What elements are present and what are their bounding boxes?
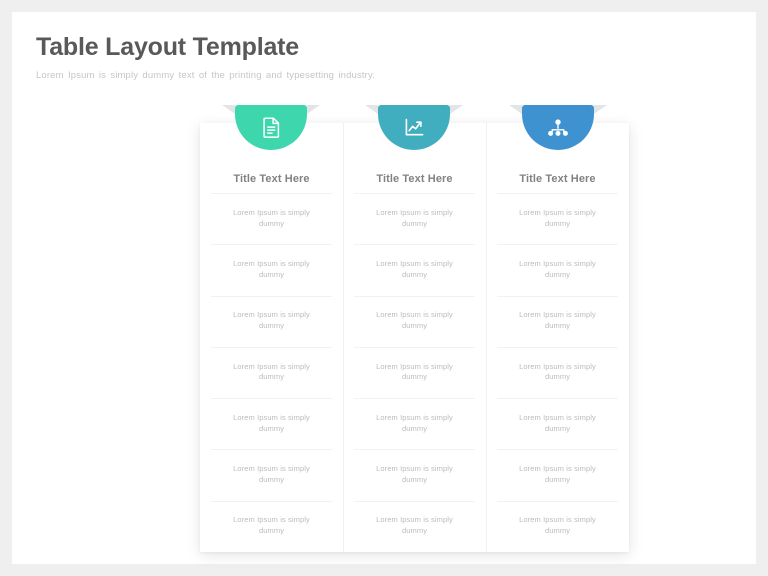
table-column-2: Title Text Here Lorem Ipsum is simply du… bbox=[343, 123, 486, 552]
table-cell: Lorem Ipsum is simply dummy bbox=[343, 500, 486, 552]
line-chart-icon bbox=[404, 118, 425, 138]
ribbon-tail-right bbox=[450, 105, 463, 114]
table-cell: Lorem Ipsum is simply dummy bbox=[486, 398, 629, 449]
team-network-icon bbox=[547, 118, 569, 138]
table-cell: Lorem Ipsum is simply dummy bbox=[486, 346, 629, 398]
table-cell: Lorem Ipsum is simply dummy bbox=[486, 500, 629, 552]
cell-text: Lorem Ipsum is simply dummy bbox=[233, 361, 310, 382]
cell-text: Lorem Ipsum is simply dummy bbox=[233, 207, 310, 228]
table-cell: Lorem Ipsum is simply dummy bbox=[343, 295, 486, 347]
table-cell: Lorem Ipsum is simply dummy bbox=[486, 449, 629, 500]
table-cell: Lorem Ipsum is simply dummy bbox=[200, 244, 343, 295]
table-cell: Lorem Ipsum is simply dummy bbox=[486, 244, 629, 295]
table-cell: Lorem Ipsum is simply dummy bbox=[343, 193, 486, 244]
document-icon bbox=[262, 117, 281, 138]
column-header-label: Title Text Here bbox=[376, 173, 453, 185]
cell-text: Lorem Ipsum is simply dummy bbox=[233, 412, 310, 433]
cell-text: Lorem Ipsum is simply dummy bbox=[376, 207, 453, 228]
ribbon-tail-left bbox=[365, 105, 378, 114]
column-header-label: Title Text Here bbox=[233, 173, 310, 185]
table-grid: Title Text Here Lorem Ipsum is simply du… bbox=[200, 123, 629, 552]
ribbon-tail-left bbox=[509, 105, 522, 114]
ribbon-tab-body-3[interactable] bbox=[522, 105, 594, 150]
cell-text: Lorem Ipsum is simply dummy bbox=[376, 259, 453, 279]
cell-text: Lorem Ipsum is simply dummy bbox=[519, 515, 596, 536]
cell-text: Lorem Ipsum is simply dummy bbox=[519, 412, 596, 433]
table-cell: Lorem Ipsum is simply dummy bbox=[200, 295, 343, 347]
cell-text: Lorem Ipsum is simply dummy bbox=[233, 310, 310, 331]
table-cell: Lorem Ipsum is simply dummy bbox=[200, 346, 343, 398]
ribbon-tab-1[interactable] bbox=[222, 105, 320, 150]
ribbon-tail-left bbox=[222, 105, 235, 114]
table-cell: Lorem Ipsum is simply dummy bbox=[200, 500, 343, 552]
ribbon-tail-right bbox=[594, 105, 607, 114]
table-column-3: Title Text Here Lorem Ipsum is simply du… bbox=[486, 123, 629, 552]
cell-text: Lorem Ipsum is simply dummy bbox=[519, 259, 596, 279]
table-cell: Lorem Ipsum is simply dummy bbox=[343, 346, 486, 398]
slide-header: Table Layout Template Lorem Ipsum is sim… bbox=[36, 33, 636, 81]
column-header-label: Title Text Here bbox=[519, 173, 596, 185]
table-cell: Lorem Ipsum is simply dummy bbox=[486, 193, 629, 244]
table-cell: Lorem Ipsum is simply dummy bbox=[486, 295, 629, 347]
ribbon-tab-body-1[interactable] bbox=[235, 105, 307, 150]
cell-text: Lorem Ipsum is simply dummy bbox=[376, 464, 453, 485]
table-cell: Lorem Ipsum is simply dummy bbox=[343, 244, 486, 295]
cell-text: Lorem Ipsum is simply dummy bbox=[233, 515, 310, 536]
cell-text: Lorem Ipsum is simply dummy bbox=[376, 412, 453, 433]
cell-text: Lorem Ipsum is simply dummy bbox=[233, 464, 310, 485]
table-column-1: Title Text Here Lorem Ipsum is simply du… bbox=[200, 123, 343, 552]
table-cell: Lorem Ipsum is simply dummy bbox=[200, 193, 343, 244]
cell-text: Lorem Ipsum is simply dummy bbox=[519, 207, 596, 228]
page-subtitle: Lorem Ipsum is simply dummy text of the … bbox=[36, 69, 375, 81]
cell-text: Lorem Ipsum is simply dummy bbox=[233, 259, 310, 279]
table-cell: Lorem Ipsum is simply dummy bbox=[343, 449, 486, 500]
table-cell: Lorem Ipsum is simply dummy bbox=[200, 449, 343, 500]
slide-canvas: Table Layout Template Lorem Ipsum is sim… bbox=[12, 12, 756, 564]
ribbon-tail-right bbox=[307, 105, 320, 114]
cell-text: Lorem Ipsum is simply dummy bbox=[376, 310, 453, 331]
page-title: Table Layout Template bbox=[36, 33, 299, 61]
table-card: Title Text Here Lorem Ipsum is simply du… bbox=[200, 123, 629, 552]
ribbon-tab-2[interactable] bbox=[365, 105, 463, 150]
cell-text: Lorem Ipsum is simply dummy bbox=[519, 361, 596, 382]
cell-text: Lorem Ipsum is simply dummy bbox=[376, 361, 453, 382]
cell-text: Lorem Ipsum is simply dummy bbox=[376, 515, 453, 536]
ribbon-tab-3[interactable] bbox=[509, 105, 607, 150]
ribbon-tab-body-2[interactable] bbox=[378, 105, 450, 150]
cell-text: Lorem Ipsum is simply dummy bbox=[519, 310, 596, 331]
table-cell: Lorem Ipsum is simply dummy bbox=[200, 398, 343, 449]
table-cell: Lorem Ipsum is simply dummy bbox=[343, 398, 486, 449]
cell-text: Lorem Ipsum is simply dummy bbox=[519, 464, 596, 485]
